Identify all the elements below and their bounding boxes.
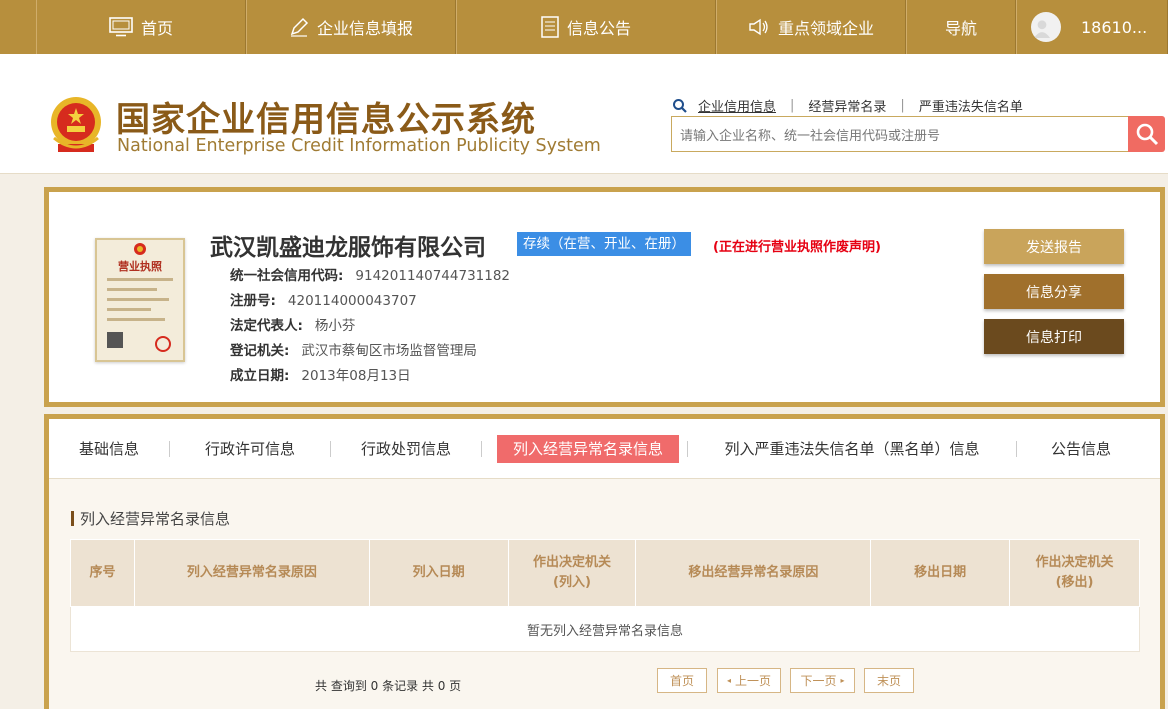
tab-blacklist[interactable]: 列入严重违法失信名单（黑名单）信息 — [688, 435, 1016, 463]
info-value: 武汉市蔡甸区市场监督管理局 — [301, 343, 477, 359]
license-seal — [155, 336, 171, 352]
prev-page-label: 上一页 — [735, 674, 772, 688]
info-label: 法定代表人: — [230, 318, 303, 334]
nav-notice[interactable]: 信息公告 — [456, 0, 716, 54]
next-page-button[interactable]: 下一页 ▸ — [790, 668, 855, 693]
detail-panel: 基础信息 行政许可信息 行政处罚信息 列入经营异常名录信息 列入严重违法失信名单… — [44, 414, 1165, 709]
national-emblem-icon — [51, 97, 101, 152]
section-title: 列入经营异常名录信息 — [71, 508, 230, 529]
company-name: 武汉凯盛迪龙服饰有限公司 — [210, 235, 486, 261]
status-badge: 存续（在营、开业、在册） — [517, 232, 691, 256]
license-void-notice[interactable]: (正在进行营业执照作废声明) — [713, 236, 881, 255]
info-reg-number: 注册号: 420114000043707 — [230, 289, 417, 309]
info-value: 420114000043707 — [287, 293, 417, 309]
nav-guide[interactable]: 导航 — [906, 0, 1016, 54]
license-emblem-icon — [134, 243, 146, 255]
info-value: 杨小芬 — [314, 318, 356, 334]
table-header: 作出决定机关 (列入) — [507, 539, 637, 607]
table-header: 列入经营异常名录原因 — [133, 539, 370, 607]
search-tab-separator: | — [790, 98, 795, 113]
site-title: 国家企业信用信息公示系统 — [116, 100, 536, 140]
table-header: 列入日期 — [368, 539, 509, 607]
table-row: 暂无列入经营异常名录信息 — [70, 606, 1140, 652]
user-icon — [1033, 20, 1051, 38]
info-label: 成立日期: — [230, 368, 290, 384]
search-tab-credit[interactable]: 企业信用信息 — [698, 96, 776, 115]
table-header: 作出决定机关 (移出) — [1009, 539, 1140, 607]
monitor-icon — [109, 17, 133, 37]
prev-page-button[interactable]: ◂ 上一页 — [717, 668, 781, 693]
top-nav: 首页 企业信息填报 信息公告 重点领域企业 导航 18610... — [0, 0, 1168, 54]
empty-message: 暂无列入经营异常名录信息 — [70, 606, 1140, 652]
info-authority: 登记机关: 武汉市蔡甸区市场监督管理局 — [230, 339, 477, 359]
info-tabs: 基础信息 行政许可信息 行政处罚信息 列入经营异常名录信息 列入严重违法失信名单… — [49, 419, 1160, 479]
info-label: 统一社会信用代码: — [230, 268, 344, 284]
nav-guide-label: 导航 — [944, 19, 977, 38]
license-qr-code — [107, 332, 123, 348]
tab-abnormal-list[interactable]: 列入经营异常名录信息 — [497, 434, 680, 463]
info-value: 2013年08月13日 — [301, 368, 411, 384]
nav-report[interactable]: 企业信息填报 — [246, 0, 456, 54]
chevron-left-icon: ◂ — [726, 676, 731, 685]
avatar — [1031, 12, 1061, 42]
nav-user[interactable]: 18610... — [1016, 0, 1168, 54]
pager-count: 共 查询到 0 条记录 共 0 页 — [315, 679, 462, 693]
section-title-text: 列入经营异常名录信息 — [80, 510, 231, 528]
info-label: 注册号: — [230, 293, 276, 309]
license-title: 营业执照 — [118, 260, 162, 273]
search-tab-separator: | — [900, 98, 905, 113]
abnormal-list-section: 列入经营异常名录信息 序号 列入经营异常名录原因 列入日期 作出决定机关 (列入… — [49, 479, 1160, 709]
tab-basic[interactable]: 基础信息 — [49, 435, 169, 463]
search-placeholder: 请输入企业名称、统一社会信用代码或注册号 — [680, 128, 941, 144]
search-icon — [1136, 123, 1158, 146]
info-value: 914201140744731182 — [355, 268, 511, 284]
site-subtitle: National Enterprise Credit Information P… — [117, 136, 601, 156]
document-icon — [541, 16, 559, 38]
abnormal-list-table: 序号 列入经营异常名录原因 列入日期 作出决定机关 (列入) 移出经营异常名录原… — [70, 539, 1140, 652]
edit-icon — [290, 17, 309, 37]
chevron-right-icon: ▸ — [840, 676, 845, 685]
last-page-button[interactable]: 末页 — [864, 668, 914, 693]
info-legal-rep: 法定代表人: 杨小芬 — [230, 314, 355, 334]
next-page-label: 下一页 — [800, 674, 837, 688]
print-info-button[interactable]: 信息打印 — [984, 319, 1124, 354]
search-tab-abnormal[interactable]: 经营异常名录 — [808, 96, 886, 115]
business-license-image[interactable]: 营业执照 — [95, 238, 185, 362]
company-card: 营业执照 武汉凯盛迪龙服饰有限公司 存续（在营、开业、在册） (正在进行营业执照… — [44, 187, 1165, 407]
table-header: 序号 — [70, 539, 135, 607]
table-header-row: 序号 列入经营异常名录原因 列入日期 作出决定机关 (列入) 移出经营异常名录原… — [70, 539, 1140, 607]
info-label: 登记机关: — [230, 343, 290, 359]
section-title-bar — [71, 511, 74, 526]
search-tabs: 企业信用信息 | 经营异常名录 | 严重违法失信名单 — [672, 96, 1023, 115]
tab-admin-penalty[interactable]: 行政处罚信息 — [331, 435, 481, 463]
search-input[interactable]: 请输入企业名称、统一社会信用代码或注册号 — [671, 116, 1129, 152]
tab-separator — [481, 440, 482, 457]
nav-home-label: 首页 — [140, 19, 173, 38]
nav-notice-label: 信息公告 — [566, 19, 631, 38]
table-header: 移出经营异常名录原因 — [635, 539, 872, 607]
table-header: 移出日期 — [870, 539, 1011, 607]
search-tab-blacklist[interactable]: 严重违法失信名单 — [919, 96, 1023, 115]
first-page-button[interactable]: 首页 — [657, 668, 707, 693]
share-info-button[interactable]: 信息分享 — [984, 274, 1124, 309]
user-phone: 18610... — [1081, 17, 1148, 37]
send-report-button[interactable]: 发送报告 — [984, 229, 1124, 264]
tab-announcements[interactable]: 公告信息 — [1017, 435, 1145, 463]
nav-key-label: 重点领域企业 — [777, 19, 874, 38]
tab-admin-license[interactable]: 行政许可信息 — [170, 435, 330, 463]
nav-key-enterprise[interactable]: 重点领域企业 — [716, 0, 906, 54]
nav-report-label: 企业信息填报 — [316, 19, 413, 38]
site-header: 国家企业信用信息公示系统 National Enterprise Credit … — [0, 54, 1168, 174]
info-credit-code: 统一社会信用代码: 914201140744731182 — [230, 264, 510, 284]
info-founded: 成立日期: 2013年08月13日 — [230, 364, 411, 384]
search-button[interactable] — [1128, 116, 1165, 152]
nav-home[interactable]: 首页 — [36, 0, 246, 54]
speaker-icon — [749, 18, 768, 36]
search-icon — [673, 98, 687, 113]
